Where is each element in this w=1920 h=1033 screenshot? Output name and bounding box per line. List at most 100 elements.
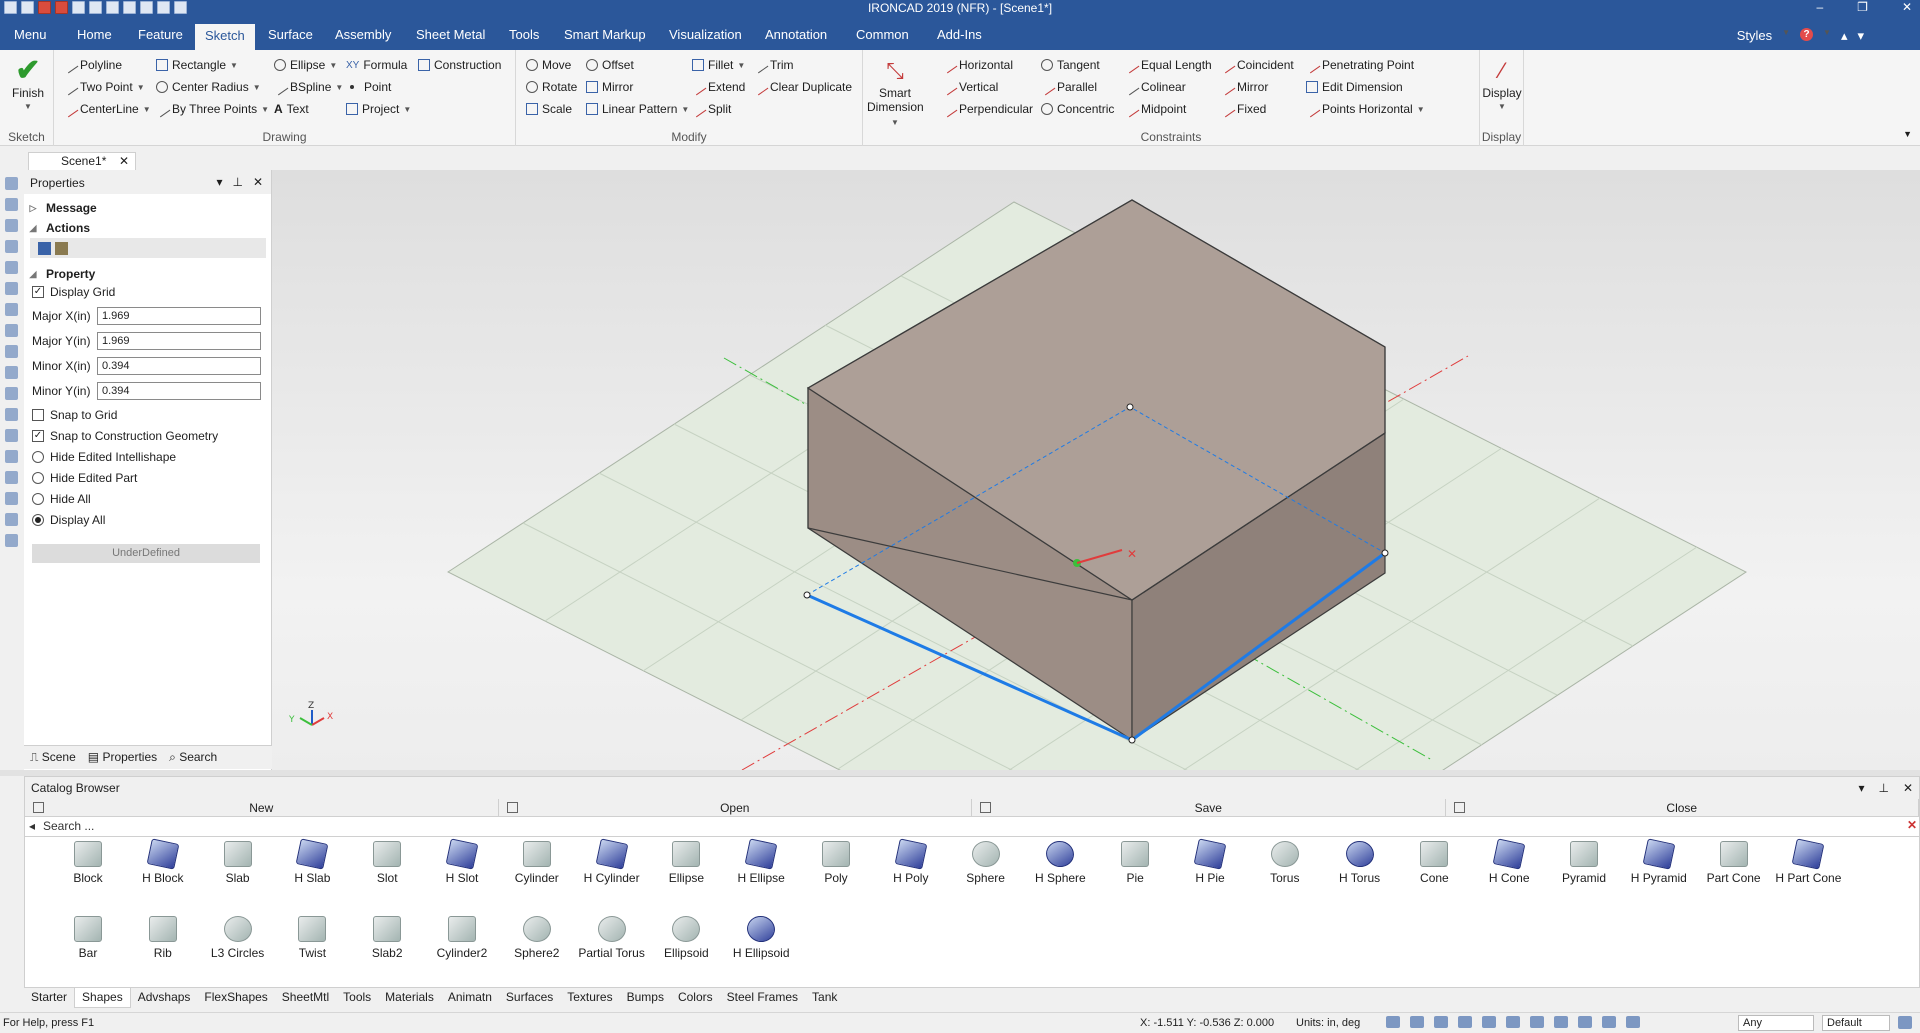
ribbon-minimize-icon[interactable]: ▴ (1841, 28, 1848, 44)
penetrating-point-button[interactable]: Penetrating Point (1303, 56, 1414, 74)
points-horizontal-button[interactable]: Points Horizontal ▼ (1303, 100, 1425, 118)
tool-icon[interactable] (5, 261, 18, 274)
sketch-options-icon[interactable] (55, 241, 68, 255)
select-icon[interactable] (1626, 1016, 1640, 1028)
restore-button[interactable]: ❐ (1857, 0, 1868, 14)
mirror-constraint-button[interactable]: Mirror (1218, 78, 1268, 96)
colinear-button[interactable]: Colinear (1122, 78, 1186, 96)
snap-construction-checkbox[interactable]: ✓ Snap to Construction Geometry (24, 426, 272, 446)
linear-pattern-button[interactable]: Linear Pattern ▼ (586, 100, 689, 118)
snap-to-grid-checkbox[interactable]: Snap to Grid (24, 405, 272, 425)
tab-assembly[interactable]: Assembly (331, 25, 395, 50)
catalog-pin-icon[interactable]: ⊥ (1878, 781, 1888, 795)
catalog-shape[interactable]: Rib (128, 916, 198, 960)
tab-scene[interactable]: ⎍ Scene (30, 750, 76, 765)
point-button[interactable]: Point (350, 78, 391, 96)
catalog-shape[interactable]: Cone (1399, 841, 1469, 885)
edit-dimension-button[interactable]: Edit Dimension (1306, 78, 1403, 96)
mode-select[interactable]: Default (1822, 1015, 1890, 1031)
catalog-shape[interactable]: Ellipse (651, 841, 721, 885)
catalog-shape[interactable]: H Ellipse (726, 838, 796, 885)
catalog-tab[interactable]: Animatn (441, 988, 499, 1008)
catalog-search-input[interactable]: ◂ Search ... ✕ (25, 817, 1919, 837)
polyline-button[interactable]: Polyline (61, 56, 122, 74)
catalog-tab[interactable]: Starter (24, 988, 74, 1008)
tool-icon[interactable] (5, 408, 18, 421)
catalog-shape[interactable]: Sphere (951, 841, 1021, 885)
catalog-close-icon[interactable]: ✕ (1903, 781, 1913, 795)
shading-icon[interactable] (1578, 1016, 1592, 1028)
catalog-shape[interactable]: H Slot (427, 838, 497, 885)
parallel-button[interactable]: Parallel (1038, 78, 1097, 96)
catalog-tab[interactable]: Advshaps (131, 988, 198, 1008)
bspline-button[interactable]: BSpline ▼ (271, 78, 343, 96)
catalog-shape[interactable]: Bar (53, 916, 123, 960)
smart-dimension-button[interactable]: ⤡ Smart Dimension ▼ (867, 56, 924, 130)
catalog-shape[interactable]: Cylinder (502, 841, 572, 885)
catalog-shape[interactable]: H Torus (1325, 838, 1395, 885)
tool-icon[interactable] (5, 534, 18, 547)
tab-menu[interactable]: Menu (10, 25, 51, 50)
catalog-tab[interactable]: Tank (805, 988, 844, 1008)
tool-icon[interactable] (5, 513, 18, 526)
tab-smart-markup[interactable]: Smart Markup (560, 25, 650, 50)
tab-sketch[interactable]: Sketch (195, 24, 255, 50)
trim-button[interactable]: Trim (751, 56, 794, 74)
help-icon[interactable]: ? (1800, 28, 1814, 41)
catalog-shape[interactable]: H Cylinder (577, 838, 647, 885)
tool-icon[interactable] (5, 282, 18, 295)
catalog-tab[interactable]: Surfaces (499, 988, 560, 1008)
major-y-field[interactable]: 1.969 (97, 332, 261, 350)
catalog-shape[interactable]: H Pie (1175, 838, 1245, 885)
save-catalog-button[interactable]: Save (972, 799, 1446, 816)
sketch-vertex[interactable] (1128, 736, 1136, 744)
catalog-shape[interactable]: H Slab (277, 838, 347, 885)
minimize-button[interactable]: – (1816, 0, 1823, 14)
catalog-shape[interactable]: H Sphere (1025, 838, 1095, 885)
horizontal-button[interactable]: Horizontal (940, 56, 1013, 74)
coincident-button[interactable]: Coincident (1218, 56, 1294, 74)
catalog-shape[interactable]: Cylinder2 (427, 916, 497, 960)
message-section[interactable]: ▷ Message (24, 198, 272, 218)
tab-surface[interactable]: Surface (264, 25, 317, 50)
center-radius-button[interactable]: Center Radius ▼ (156, 78, 261, 96)
visibility-icon[interactable] (1602, 1016, 1616, 1028)
display-grid-checkbox[interactable]: ✓ Display Grid (24, 282, 272, 302)
zoom-icon[interactable] (1386, 1016, 1400, 1028)
catalog-shape[interactable]: L3 Circles (203, 916, 273, 960)
tab-feature[interactable]: Feature (134, 25, 187, 50)
tool-icon[interactable] (5, 177, 18, 190)
catalog-shape[interactable]: Pie (1100, 841, 1170, 885)
construction-button[interactable]: Construction (418, 56, 501, 74)
ellipse-button[interactable]: Ellipse ▼ (274, 56, 337, 74)
catalog-tab[interactable]: Shapes (74, 988, 131, 1008)
camera-icon[interactable] (1530, 1016, 1544, 1028)
catalog-shape[interactable]: Twist (277, 916, 347, 960)
view-cube-icon[interactable] (1434, 1016, 1448, 1028)
tool-icon[interactable] (5, 450, 18, 463)
catalog-shape[interactable]: Slot (352, 841, 422, 885)
zoom-window-icon[interactable] (1410, 1016, 1424, 1028)
filter-select[interactable]: Any (1738, 1015, 1814, 1031)
tangent-button[interactable]: Tangent (1041, 56, 1100, 74)
tool-icon[interactable] (5, 240, 18, 253)
tab-add-ins[interactable]: Add-Ins (933, 25, 986, 50)
tool-icon[interactable] (5, 366, 18, 379)
catalog-shape[interactable]: H Ellipsoid (726, 913, 796, 960)
tab-properties[interactable]: ▤ Properties (88, 750, 157, 765)
rotate-button[interactable]: Rotate (526, 78, 577, 96)
catalog-shape[interactable]: H Block (128, 838, 198, 885)
catalog-shape[interactable]: Torus (1250, 841, 1320, 885)
status-options-icon[interactable] (1898, 1016, 1912, 1029)
catalog-menu-icon[interactable]: ▾ (1858, 781, 1864, 795)
tool-icon[interactable] (5, 345, 18, 358)
tab-search[interactable]: ⌕ Search (169, 750, 217, 765)
catalog-shape[interactable]: H Part Cone (1773, 838, 1843, 885)
tool-icon[interactable] (5, 387, 18, 400)
minor-y-field[interactable]: 0.394 (97, 382, 261, 400)
tool-icon[interactable] (5, 219, 18, 232)
catalog-tab[interactable]: Bumps (620, 988, 671, 1008)
catalog-tab[interactable]: FlexShapes (197, 988, 274, 1008)
hide-edited-part-radio[interactable]: Hide Edited Part (24, 468, 272, 488)
catalog-tab[interactable]: Textures (560, 988, 619, 1008)
